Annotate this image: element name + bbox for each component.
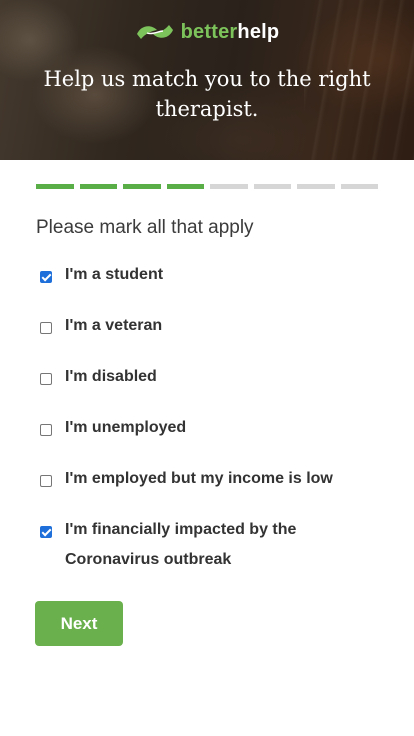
option-label[interactable]: I'm employed but my income is low	[65, 464, 333, 494]
progress-segment	[123, 184, 161, 189]
brand-logo: betterhelp	[0, 22, 414, 42]
progress-segment	[297, 184, 335, 189]
progress-bar	[36, 184, 378, 189]
progress-segment	[340, 184, 378, 189]
checkbox-checked[interactable]	[40, 271, 52, 283]
checkbox-unchecked[interactable]	[40, 475, 52, 487]
option-item[interactable]: I'm financially impacted by the Coronavi…	[40, 521, 390, 575]
option-item[interactable]: I'm employed but my income is low	[40, 470, 390, 494]
brand-name: betterhelp	[181, 22, 280, 42]
progress-segment	[210, 184, 248, 189]
checkbox-unchecked[interactable]	[40, 424, 52, 436]
option-item[interactable]: I'm a student	[40, 266, 390, 290]
option-item[interactable]: I'm disabled	[40, 368, 390, 392]
checkbox-unchecked[interactable]	[40, 373, 52, 385]
option-label[interactable]: I'm a veteran	[65, 311, 162, 341]
next-button[interactable]: Next	[35, 601, 123, 646]
options-list: I'm a student I'm a veteran I'm disabled I'…	[40, 266, 390, 603]
option-label[interactable]: I'm disabled	[65, 362, 157, 392]
hero-banner: betterhelp Help us match you to the righ…	[0, 0, 414, 160]
question-title: Please mark all that apply	[36, 217, 254, 238]
option-label[interactable]: I'm a student	[65, 260, 163, 290]
checkbox-unchecked[interactable]	[40, 322, 52, 334]
progress-segment	[166, 184, 204, 189]
checkbox-checked[interactable]	[40, 526, 52, 538]
progress-segment	[253, 184, 291, 189]
option-label[interactable]: I'm financially impacted by the Coronavi…	[65, 515, 390, 575]
page: betterhelp Help us match you to the righ…	[0, 0, 414, 736]
hero-title: Help us match you to the right therapist…	[43, 67, 371, 121]
progress-segment	[79, 184, 117, 189]
option-item[interactable]: I'm a veteran	[40, 317, 390, 341]
betterhelp-leaf-logo-icon	[136, 25, 173, 39]
option-item[interactable]: I'm unemployed	[40, 419, 390, 443]
brand-name-part1: better	[180, 21, 238, 43]
brand-name-part2: help	[237, 21, 280, 43]
option-label[interactable]: I'm unemployed	[65, 413, 186, 443]
progress-segment	[36, 184, 74, 189]
